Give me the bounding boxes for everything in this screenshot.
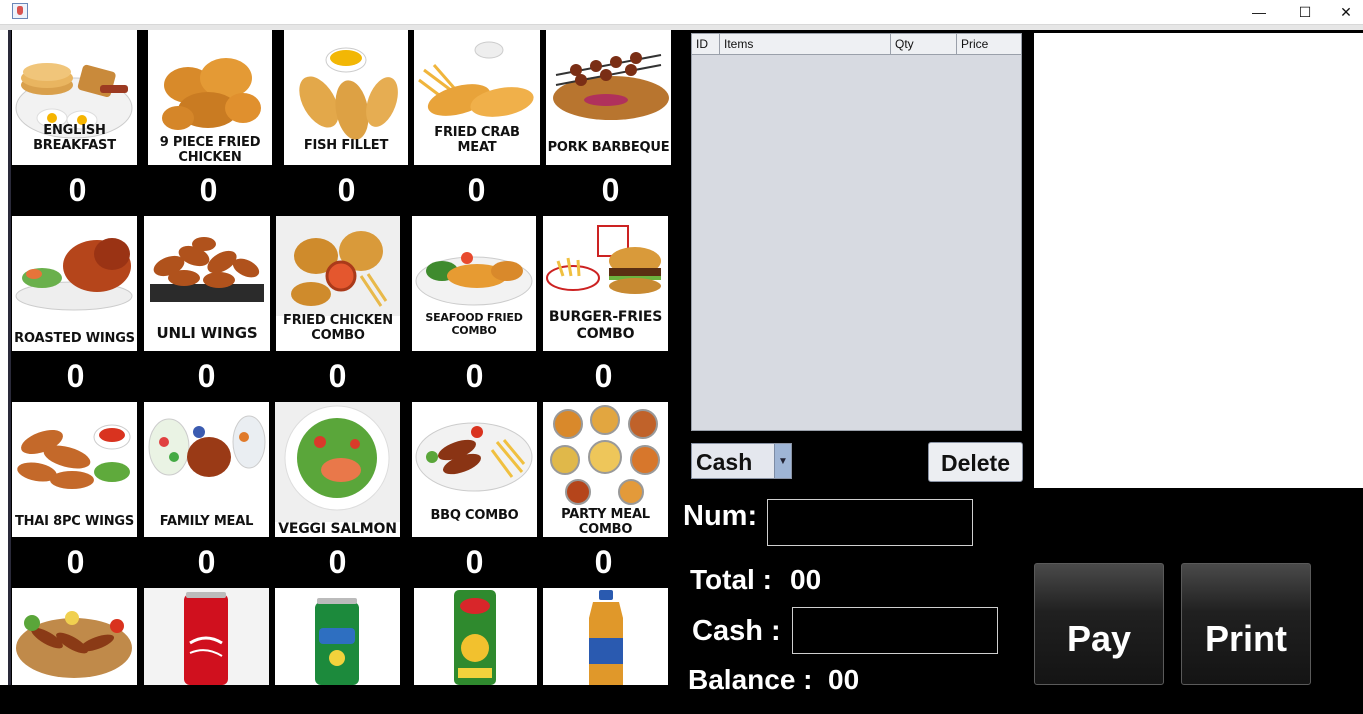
payment-method-select[interactable]: Cash ▼ — [691, 443, 792, 479]
menu-item-skewer-platter[interactable] — [12, 588, 137, 685]
receipt-text-area[interactable] — [1034, 33, 1363, 488]
print-button[interactable]: Print — [1181, 563, 1311, 685]
veggi-salmon-image — [275, 402, 400, 522]
nestea-bottle-image — [589, 590, 623, 685]
qty-burger-fries-combo: 0 — [594, 358, 613, 394]
menu-item-unli-wings[interactable]: UNLI WINGS — [144, 216, 270, 351]
qty-english-breakfast: 0 — [68, 172, 87, 208]
menu-item-fish-fillet[interactable]: FISH FILLET — [284, 30, 408, 165]
column-header-price[interactable]: Price — [957, 34, 1021, 54]
minimize-button[interactable]: — — [1236, 0, 1282, 24]
menu-item-thai-8pc-wings[interactable]: THAI 8PC WINGS — [12, 402, 137, 537]
menu-item-label: PORK BARBEQUE — [547, 140, 670, 155]
qty-fried-chicken-combo: 0 — [328, 358, 347, 394]
menu-item-seafood-fried-combo[interactable]: SEAFOOD FRIED COMBO — [412, 216, 536, 351]
menu-item-roasted-wings[interactable]: ROASTED WINGS — [12, 216, 137, 351]
maximize-button[interactable]: ☐ — [1282, 0, 1328, 24]
menu-item-del-monte-juice[interactable] — [414, 588, 537, 685]
menu-item-sprite[interactable] — [275, 588, 400, 685]
qty-thai-8pc-wings: 0 — [66, 544, 85, 580]
balance-label: Balance : — [688, 664, 813, 695]
skewer-platter-image — [16, 611, 132, 678]
qty-fish-fillet: 0 — [337, 172, 356, 208]
num-input[interactable] — [767, 499, 973, 546]
del-monte-juice-image — [454, 590, 496, 685]
menu-item-bbq-combo[interactable]: BBQ COMBO — [412, 402, 537, 537]
menu-item-label: UNLI WINGS — [156, 324, 258, 342]
menu-item-nestea[interactable] — [543, 588, 668, 685]
qty-unli-wings: 0 — [197, 358, 216, 394]
pay-button[interactable]: Pay — [1034, 563, 1164, 685]
menu-item-burger-fries-combo[interactable]: BURGER-FRIES COMBO — [543, 216, 668, 351]
menu-item-pork-barbeque[interactable]: PORK BARBEQUE — [546, 30, 671, 165]
menu-item-fried-chicken-combo[interactable]: FRIED CHICKEN COMBO — [276, 216, 400, 351]
num-label: Num: — [683, 500, 758, 532]
title-bar: — ☐ ✕ — [0, 0, 1363, 25]
menu-item-label: SEAFOOD FRIED COMBO — [425, 311, 523, 337]
column-header-items[interactable]: Items — [720, 34, 891, 54]
menu-item-label: ENGLISH BREAKFAST — [33, 123, 116, 153]
qty-fried-crab-meat: 0 — [467, 172, 486, 208]
chevron-down-icon[interactable]: ▼ — [774, 444, 791, 478]
menu-item-family-meal[interactable]: FAMILY MEAL — [144, 402, 269, 537]
qty-party-meal-combo: 0 — [594, 544, 613, 580]
menu-item-label: 9 PIECE FRIED CHICKEN — [159, 135, 261, 165]
total-value: 00 — [790, 564, 822, 595]
sprite-can-image — [315, 598, 359, 685]
column-header-id[interactable]: ID — [692, 34, 720, 54]
cash-label: Cash : — [692, 615, 781, 647]
menu-item-label: VEGGI SALMON — [278, 521, 397, 537]
menu-item-english-breakfast[interactable]: ENGLISH BREAKFAST — [12, 30, 137, 165]
menu-item-veggi-salmon[interactable]: VEGGI SALMON — [275, 402, 400, 537]
menu-item-fried-crab-meat[interactable]: FRIED CRAB MEAT — [414, 30, 540, 165]
qty-veggi-salmon: 0 — [328, 544, 347, 580]
left-border-shadow — [8, 30, 11, 685]
menu-item-coca-cola[interactable] — [144, 588, 269, 685]
menu-item-label: FRIED CHICKEN COMBO — [283, 313, 393, 343]
menu-item-label: BURGER-FRIES COMBO — [548, 309, 663, 342]
table-header: ID Items Qty Price — [692, 34, 1021, 55]
menu-item-label: ROASTED WINGS — [14, 331, 135, 346]
menu-item-label: THAI 8PC WINGS — [14, 514, 135, 529]
coca-cola-can-image — [144, 588, 269, 685]
delete-button[interactable]: Delete — [928, 442, 1023, 482]
cash-input[interactable] — [792, 607, 998, 654]
qty-pork-barbeque: 0 — [601, 172, 620, 208]
close-button[interactable]: ✕ — [1323, 0, 1363, 24]
qty-seafood-fried-combo: 0 — [465, 358, 484, 394]
qty-family-meal: 0 — [197, 544, 216, 580]
menu-item-label: FAMILY MEAL — [159, 514, 254, 529]
menu-item-party-meal-combo[interactable]: PARTY MEAL COMBO — [543, 402, 668, 537]
payment-method-value: Cash — [696, 449, 753, 475]
total-label: Total : — [690, 564, 772, 595]
menu-item-9-piece-fried-chicken[interactable]: 9 PIECE FRIED CHICKEN — [148, 30, 272, 165]
menu-item-label: PARTY MEAL COMBO — [561, 507, 650, 537]
menu-item-label: BBQ COMBO — [430, 508, 519, 523]
balance-value: 00 — [828, 664, 860, 695]
qty-9-piece-fried-chicken: 0 — [199, 172, 218, 208]
menu-item-label: FRIED CRAB MEAT — [434, 125, 520, 155]
qty-bbq-combo: 0 — [465, 544, 484, 580]
left-border — [0, 30, 8, 685]
menu-item-label: FISH FILLET — [303, 138, 389, 153]
qty-roasted-wings: 0 — [66, 358, 85, 394]
column-header-qty[interactable]: Qty — [891, 34, 957, 54]
order-table[interactable]: ID Items Qty Price — [691, 33, 1022, 431]
java-app-icon — [12, 3, 28, 19]
